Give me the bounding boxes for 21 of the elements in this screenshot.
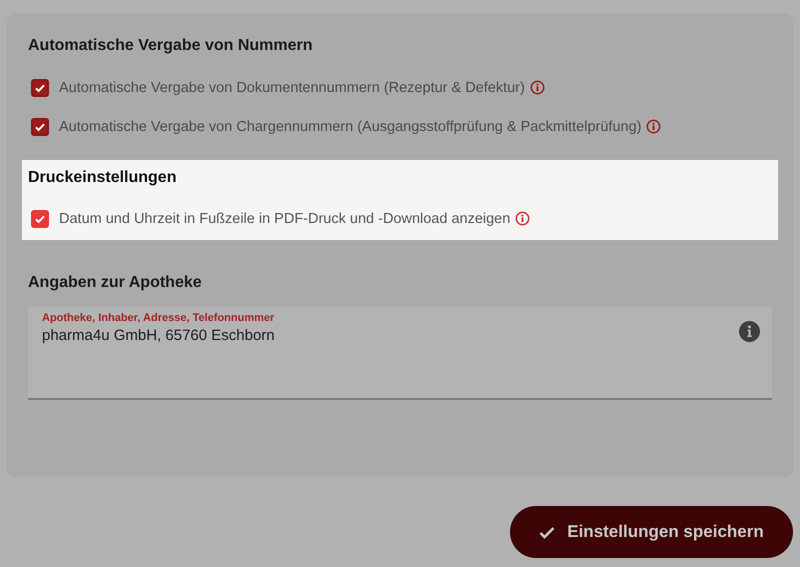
info-icon[interactable] — [646, 119, 662, 134]
checkbox-label: Automatische Vergabe von Chargennummern (Ausgangsstoffprüfung & Packmittelprüfung) — [59, 118, 642, 134]
section-heading: Angaben zur Apotheke — [28, 273, 203, 293]
checkbox[interactable] — [31, 118, 49, 136]
checkbox-label: Datum und Uhrzeit in Fußzeile in PDF-Druck und -Download anzeigen — [59, 210, 510, 226]
info-icon[interactable] — [530, 80, 545, 95]
check-icon — [34, 120, 46, 132]
check-icon — [34, 212, 46, 224]
checkbox[interactable] — [31, 210, 49, 228]
info-icon[interactable] — [739, 321, 760, 342]
section-heading: Druckeinstellungen — [28, 168, 178, 188]
section-heading: Automatische Vergabe von Nummern — [28, 36, 314, 56]
checkbox-label: Automatische Vergabe von Dokumentennummern (Rezeptur & Defektur) — [59, 80, 525, 96]
check-icon — [34, 82, 46, 94]
info-icon[interactable] — [515, 211, 530, 226]
check-icon — [539, 526, 556, 538]
field-label: Apotheke, Inhaber, Adresse, Telefonnummer — [42, 312, 274, 324]
checkbox[interactable] — [31, 78, 49, 96]
text-area-field[interactable]: Apotheke, Inhaber, Adresse, Telefonnummer pharma4u GmbH, 65760 Eschborn — [28, 307, 772, 400]
save-button[interactable]: Einstellungen speichern — [510, 506, 793, 558]
field-value: pharma4u GmbH, 65760 Eschborn — [42, 327, 275, 344]
